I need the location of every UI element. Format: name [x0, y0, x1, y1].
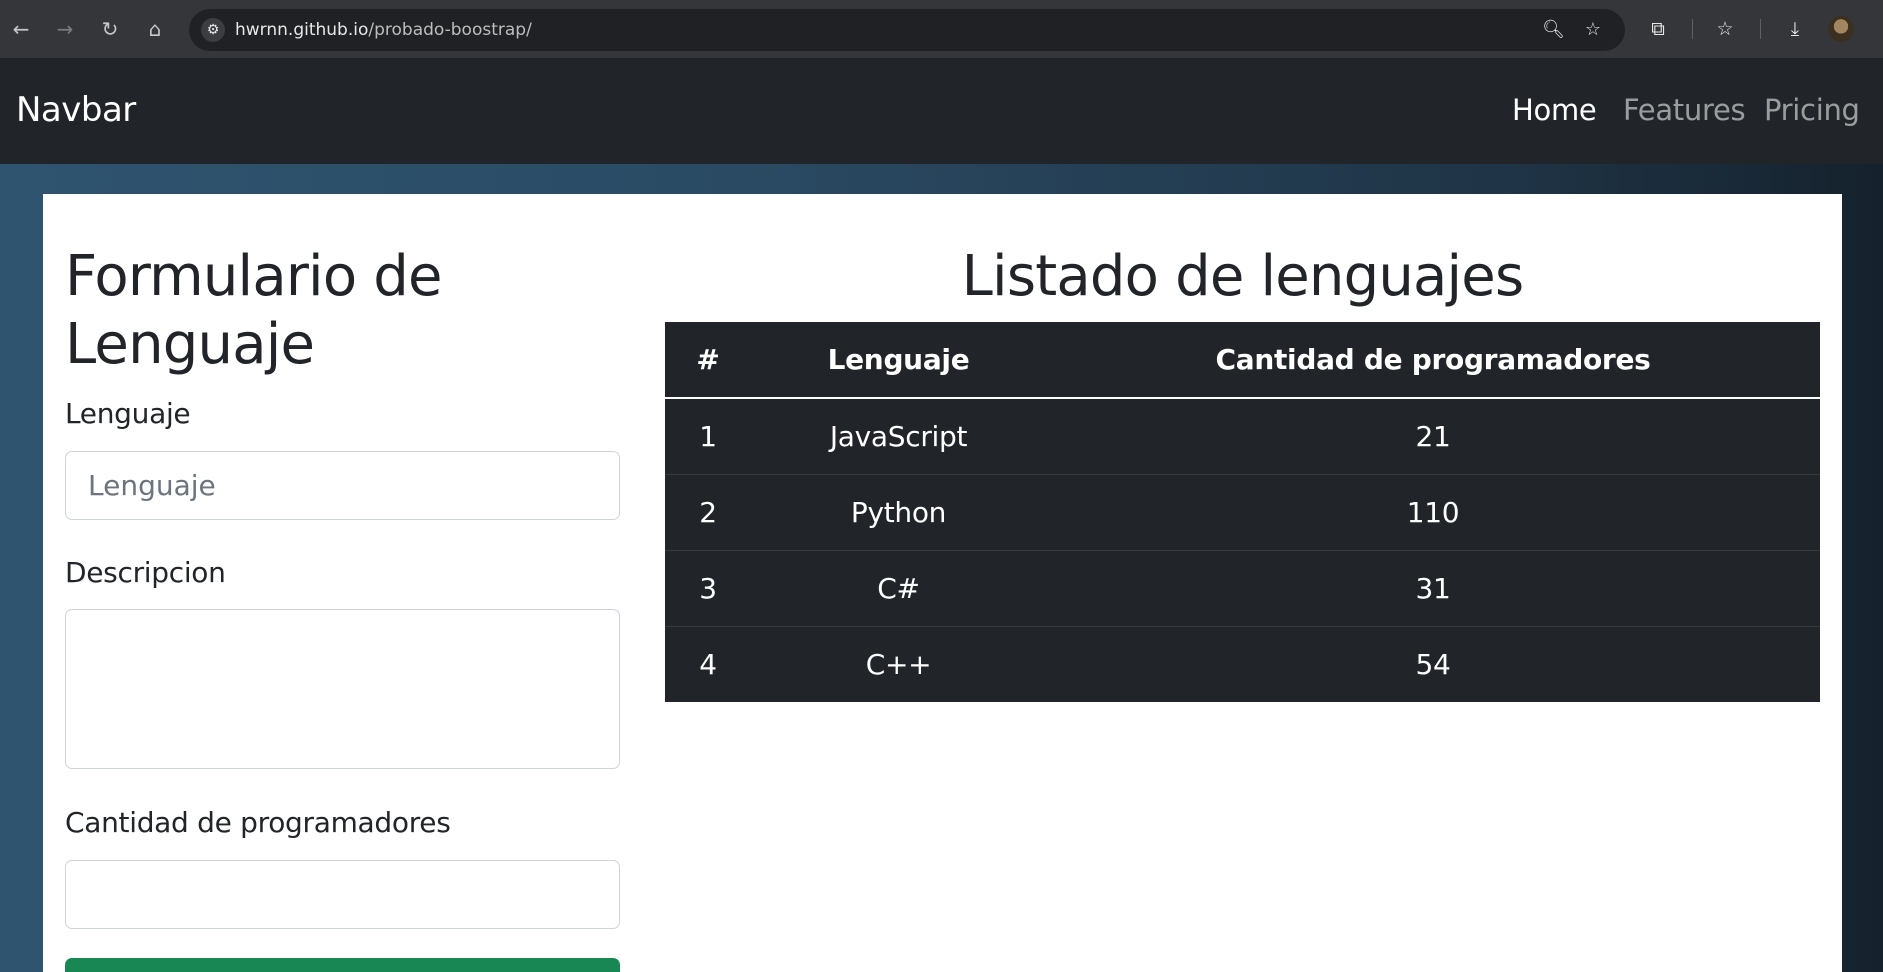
programmers-input[interactable]: [65, 860, 620, 929]
table-row: 1 JavaScript 21: [665, 398, 1820, 474]
table-header-row: # Lenguaje Cantidad de programadores: [665, 322, 1820, 399]
table-row: 2 Python 110: [665, 473, 1820, 550]
language-label: Lenguaje: [65, 397, 191, 430]
header-programmers: Cantidad de programadores: [1046, 322, 1820, 399]
favorites-icon[interactable]: ☆: [1712, 16, 1738, 42]
description-textarea[interactable]: [65, 609, 620, 769]
list-title: Listado de lenguajes: [961, 244, 1524, 309]
url-text[interactable]: hwrnn.github.io/probado-boostrap/: [235, 20, 532, 40]
cell-number: 2: [665, 473, 751, 550]
cell-number: 3: [665, 549, 751, 626]
languages-table: # Lenguaje Cantidad de programadores 1 J…: [665, 322, 1820, 702]
nav-link-pricing[interactable]: Pricing: [1764, 93, 1860, 127]
cell-number: 1: [699, 419, 717, 453]
cell-programmers: 31: [1046, 549, 1820, 626]
header-language: Lenguaje: [751, 322, 1046, 399]
cell-language: JavaScript: [829, 419, 968, 453]
cell-language: Python: [751, 473, 1046, 550]
url-path: /probado-boostrap/: [368, 20, 532, 40]
reload-icon[interactable]: ↻: [97, 16, 123, 42]
programmers-label: Cantidad de programadores: [65, 806, 451, 839]
toolbar-divider: [1760, 19, 1761, 39]
zoom-icon[interactable]: 🔍︎: [1542, 19, 1565, 41]
cell-programmers: 110: [1046, 473, 1820, 550]
address-bar[interactable]: ⚙ hwrnn.github.io/probado-boostrap/ 🔍︎ ☆: [189, 9, 1625, 51]
table-row: 3 C# 31: [665, 549, 1820, 626]
cell-language: C#: [751, 549, 1046, 626]
nav-link-features[interactable]: Features: [1623, 93, 1746, 127]
form-title: Formulario de Lenguaje: [65, 244, 442, 377]
language-input[interactable]: [65, 451, 620, 520]
cell-programmers: 21: [1415, 419, 1451, 453]
submit-button[interactable]: [65, 958, 620, 972]
url-host: hwrnn.github.io: [235, 20, 369, 40]
download-icon[interactable]: ⤓: [1782, 16, 1808, 42]
back-arrow-icon[interactable]: ←: [8, 16, 34, 42]
browser-toolbar: ← → ↻ ⌂ ⚙ hwrnn.github.io/probado-boostr…: [0, 0, 1883, 58]
description-label: Descripcion: [65, 556, 226, 589]
profile-avatar[interactable]: [1828, 16, 1854, 42]
toolbar-divider: [1692, 19, 1693, 39]
cell-number: 4: [665, 625, 751, 702]
header-number: #: [665, 322, 751, 399]
cell-programmers: 54: [1046, 625, 1820, 702]
site-navbar: Navbar Home Features Pricing: [0, 58, 1883, 164]
table-row: 4 C++ 54: [665, 625, 1820, 702]
forward-arrow-icon[interactable]: →: [52, 16, 78, 42]
extensions-icon[interactable]: ⧉: [1645, 16, 1671, 42]
navbar-brand[interactable]: Navbar: [16, 90, 136, 130]
nav-link-home[interactable]: Home: [1512, 93, 1597, 127]
bookmark-star-icon[interactable]: ☆: [1582, 19, 1604, 41]
site-info-icon[interactable]: ⚙: [201, 18, 225, 42]
cell-language: C++: [751, 625, 1046, 702]
home-icon[interactable]: ⌂: [142, 16, 168, 42]
